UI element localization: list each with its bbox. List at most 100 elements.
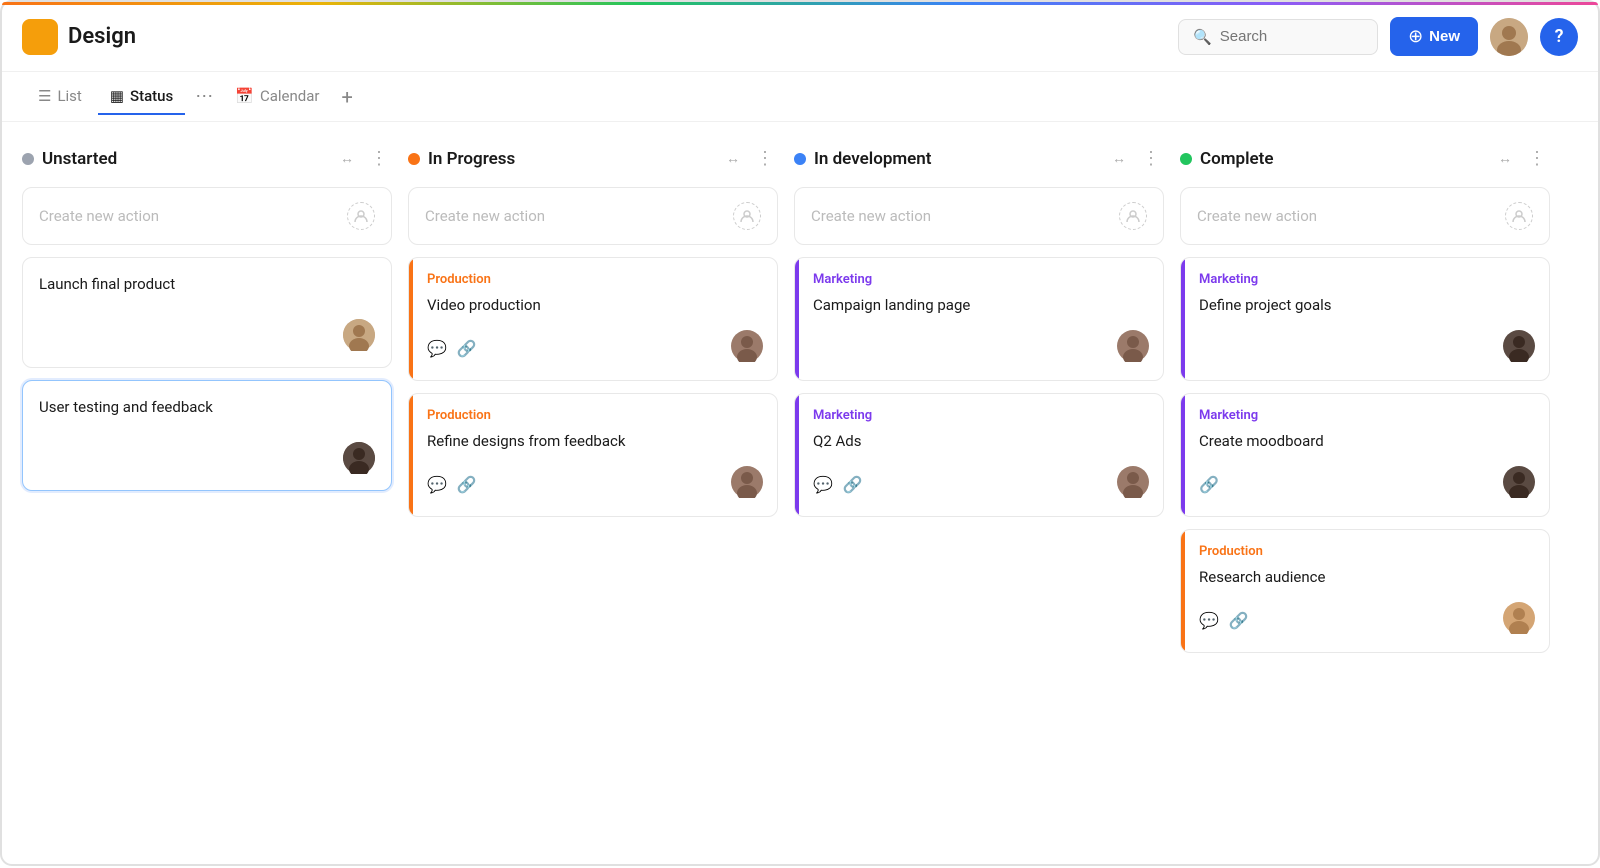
search-icon: 🔍 — [1193, 28, 1212, 46]
status-icon: ▦ — [110, 87, 124, 105]
card-icons-refine-designs: 💬 🔗 — [427, 475, 477, 494]
column-inprogress: In Progress ↔ ⋮ Create new action Produc… — [408, 146, 778, 844]
tab-status[interactable]: ▦ Status — [98, 79, 185, 115]
status-dot-complete — [1180, 153, 1192, 165]
avatar-campaign-landing — [1117, 330, 1149, 366]
avatar-define-goals — [1503, 330, 1535, 366]
new-button[interactable]: ⊕ New — [1390, 17, 1478, 56]
task-card-refine-designs[interactable]: Production Refine designs from feedback … — [408, 393, 778, 517]
card-icons-q2-ads: 💬 🔗 — [813, 475, 863, 494]
status-dot-unstarted — [22, 153, 34, 165]
plus-circle-icon: ⊕ — [1408, 26, 1423, 47]
card-content-research-audience: Production Research audience 💬 🔗 — [1181, 530, 1549, 652]
card-border-campaign-landing — [795, 258, 799, 380]
assign-icon-indev — [1119, 202, 1147, 230]
more-icon-unstarted[interactable]: ⋮ — [366, 146, 392, 171]
comment-icon-refine-designs[interactable]: 💬 — [427, 475, 447, 494]
card-title-research-audience: Research audience — [1199, 567, 1535, 588]
column-header-complete: Complete ↔ ⋮ — [1180, 146, 1550, 171]
attachment-icon-video-production[interactable]: 🔗 — [457, 339, 477, 358]
attachment-icon-create-moodboard[interactable]: 🔗 — [1199, 475, 1219, 494]
avatar-q2-ads — [1117, 466, 1149, 502]
card-content-video-production: Production Video production 💬 🔗 — [409, 258, 777, 380]
create-action-text-indev: Create new action — [811, 207, 1119, 225]
list-icon: ☰ — [38, 87, 51, 105]
tab-list[interactable]: ☰ List — [26, 79, 94, 115]
column-title-inprogress: In Progress — [428, 149, 714, 169]
avatar-research-audience — [1503, 602, 1535, 638]
create-action-text-unstarted: Create new action — [39, 207, 347, 225]
card-content-define-goals: Marketing Define project goals — [1181, 258, 1549, 380]
more-icon-inprogress[interactable]: ⋮ — [752, 146, 778, 171]
search-input[interactable] — [1220, 28, 1350, 45]
resize-icon-unstarted[interactable]: ↔ — [336, 148, 358, 169]
column-unstarted: Unstarted ↔ ⋮ Create new action Launch f… — [22, 146, 392, 844]
resize-icon-inprogress[interactable]: ↔ — [722, 148, 744, 169]
card-content-create-moodboard: Marketing Create moodboard 🔗 — [1181, 394, 1549, 516]
comment-icon-research-audience[interactable]: 💬 — [1199, 611, 1219, 630]
more-icon-complete[interactable]: ⋮ — [1524, 146, 1550, 171]
assign-icon-complete — [1505, 202, 1533, 230]
card-footer-define-goals — [1199, 330, 1535, 366]
create-action-text-complete: Create new action — [1197, 207, 1505, 225]
attachment-icon-research-audience[interactable]: 🔗 — [1229, 611, 1249, 630]
search-box[interactable]: 🔍 — [1178, 19, 1378, 55]
attachment-icon-refine-designs[interactable]: 🔗 — [457, 475, 477, 494]
card-border-refine-designs — [409, 394, 413, 516]
task-card-research-audience[interactable]: Production Research audience 💬 🔗 — [1180, 529, 1550, 653]
card-tag-research-audience: Production — [1199, 544, 1535, 559]
logo-area: Design — [22, 19, 1178, 55]
assign-icon-unstarted — [347, 202, 375, 230]
status-dot-indev — [794, 153, 806, 165]
column-complete: Complete ↔ ⋮ Create new action Marketing… — [1180, 146, 1550, 844]
card-content-q2-ads: Marketing Q2 Ads 💬 🔗 — [795, 394, 1163, 516]
card-footer-video-production: 💬 🔗 — [427, 330, 763, 366]
card-content-refine-designs: Production Refine designs from feedback … — [409, 394, 777, 516]
task-footer-launch-final — [39, 319, 375, 351]
task-title-user-testing: User testing and feedback — [39, 397, 375, 418]
task-title-launch-final: Launch final product — [39, 274, 375, 295]
task-card-launch-final[interactable]: Launch final product — [22, 257, 392, 368]
task-card-create-moodboard[interactable]: Marketing Create moodboard 🔗 — [1180, 393, 1550, 517]
card-footer-campaign-landing — [813, 330, 1149, 366]
column-header-inprogress: In Progress ↔ ⋮ — [408, 146, 778, 171]
add-view-button[interactable]: + — [335, 81, 358, 113]
resize-icon-complete[interactable]: ↔ — [1494, 148, 1516, 169]
card-tag-create-moodboard: Marketing — [1199, 408, 1535, 423]
task-card-campaign-landing[interactable]: Marketing Campaign landing page — [794, 257, 1164, 381]
avatar-user-testing — [343, 442, 375, 474]
logo-icon — [22, 19, 58, 55]
tab-calendar[interactable]: 📅 Calendar — [223, 79, 331, 115]
resize-icon-indev[interactable]: ↔ — [1108, 148, 1130, 169]
attachment-icon-q2-ads[interactable]: 🔗 — [843, 475, 863, 494]
create-action-unstarted[interactable]: Create new action — [22, 187, 392, 245]
more-icon-indev[interactable]: ⋮ — [1138, 146, 1164, 171]
card-border-define-goals — [1181, 258, 1185, 380]
comment-icon-video-production[interactable]: 💬 — [427, 339, 447, 358]
create-action-complete[interactable]: Create new action — [1180, 187, 1550, 245]
card-icons-video-production: 💬 🔗 — [427, 339, 477, 358]
task-card-define-goals[interactable]: Marketing Define project goals — [1180, 257, 1550, 381]
card-footer-research-audience: 💬 🔗 — [1199, 602, 1535, 638]
header-right: 🔍 ⊕ New ? — [1178, 17, 1578, 56]
task-card-q2-ads[interactable]: Marketing Q2 Ads 💬 🔗 — [794, 393, 1164, 517]
card-content-campaign-landing: Marketing Campaign landing page — [795, 258, 1163, 380]
task-card-video-production[interactable]: Production Video production 💬 🔗 — [408, 257, 778, 381]
card-tag-refine-designs: Production — [427, 408, 763, 423]
new-button-label: New — [1429, 28, 1460, 45]
column-header-indev: In development ↔ ⋮ — [794, 146, 1164, 171]
help-label: ? — [1555, 26, 1564, 47]
card-border-video-production — [409, 258, 413, 380]
comment-icon-q2-ads[interactable]: 💬 — [813, 475, 833, 494]
avatar-video-production — [731, 330, 763, 366]
task-card-user-testing[interactable]: User testing and feedback — [22, 380, 392, 491]
card-tag-video-production: Production — [427, 272, 763, 287]
card-border-research-audience — [1181, 530, 1185, 652]
tab-more-icon[interactable]: ⋯ — [189, 82, 219, 111]
create-action-inprogress[interactable]: Create new action — [408, 187, 778, 245]
create-action-indev[interactable]: Create new action — [794, 187, 1164, 245]
help-button[interactable]: ? — [1540, 18, 1578, 56]
user-avatar[interactable] — [1490, 18, 1528, 56]
card-footer-create-moodboard: 🔗 — [1199, 466, 1535, 502]
task-footer-user-testing — [39, 442, 375, 474]
